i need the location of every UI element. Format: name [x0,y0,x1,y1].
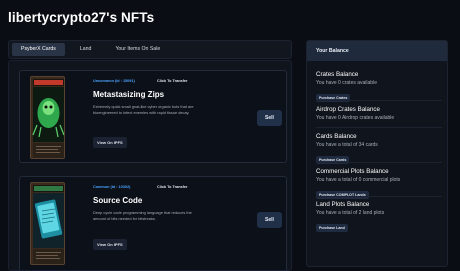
tablet-icon [31,183,64,264]
divider [316,127,442,128]
divider [316,162,442,163]
card-title: Source Code [93,196,143,205]
balance-title: Crates Balance [316,71,359,78]
page-title: libertycrypto27's NFTs [8,10,155,25]
balance-text: You have a total of 2 land plots [316,210,385,216]
tab-psyberx-cards[interactable]: PsyberX Cards [12,43,65,56]
balance-title: Airdrop Crates Balance [316,106,380,113]
nft-card-image [30,76,65,159]
purchase-land-button[interactable]: Purchase Land [316,224,348,232]
green-creature-icon [31,77,64,158]
card-title: Metastasizing Zips [93,90,165,99]
card-rarity: Uncommon (Id : 15091) [93,79,135,83]
balance-title: Commercial Plots Balance [316,168,389,175]
nft-card-image [30,182,65,265]
view-on-ipfs-button[interactable]: View On IPFS [93,137,127,148]
view-on-ipfs-button[interactable]: View On IPFS [93,239,127,250]
divider [316,100,442,101]
balance-title: Cards Balance [316,133,357,140]
nft-card: Common (Id : 10302) Click To Transfer So… [19,176,287,270]
balance-text: You have a total of 34 cards [316,142,378,148]
sell-button[interactable]: Sell [257,110,282,126]
tab-bar: PsyberX Cards Land Your Items On Sale [8,40,292,59]
tab-land[interactable]: Land [71,43,101,56]
balance-panel: Your Balance Crates Balance You have 0 c… [306,40,448,267]
balance-title: Land Plots Balance [316,201,370,208]
card-rarity: Common (Id : 10302) [93,185,131,189]
land-plots-balance: Land Plots Balance You have a total of 2… [316,201,444,234]
purchase-complot-lands-button[interactable]: Purchase COMPLOT Lands [316,191,369,199]
sell-button[interactable]: Sell [257,212,282,228]
balance-header: Your Balance [307,41,447,61]
balance-text: You have 0 Airdrop crates available [316,115,395,121]
tab-items-on-sale[interactable]: Your Items On Sale [106,43,169,56]
cards-panel: Uncommon (Id : 15091) Click To Transfer … [8,60,292,271]
card-description: Extremely quick small gnat-like cyber or… [93,104,194,115]
divider [316,196,442,197]
transfer-link[interactable]: Click To Transfer [157,79,188,83]
balance-text: You have a total of 0 commercial plots [316,177,401,183]
airdrop-crates-balance: Airdrop Crates Balance You have 0 Airdro… [316,106,444,121]
card-description: Deep cycle code programming language tha… [93,210,192,221]
nft-card: Uncommon (Id : 15091) Click To Transfer … [19,70,287,163]
balance-text: You have 0 crates available [316,80,377,86]
transfer-link[interactable]: Click To Transfer [157,185,188,189]
